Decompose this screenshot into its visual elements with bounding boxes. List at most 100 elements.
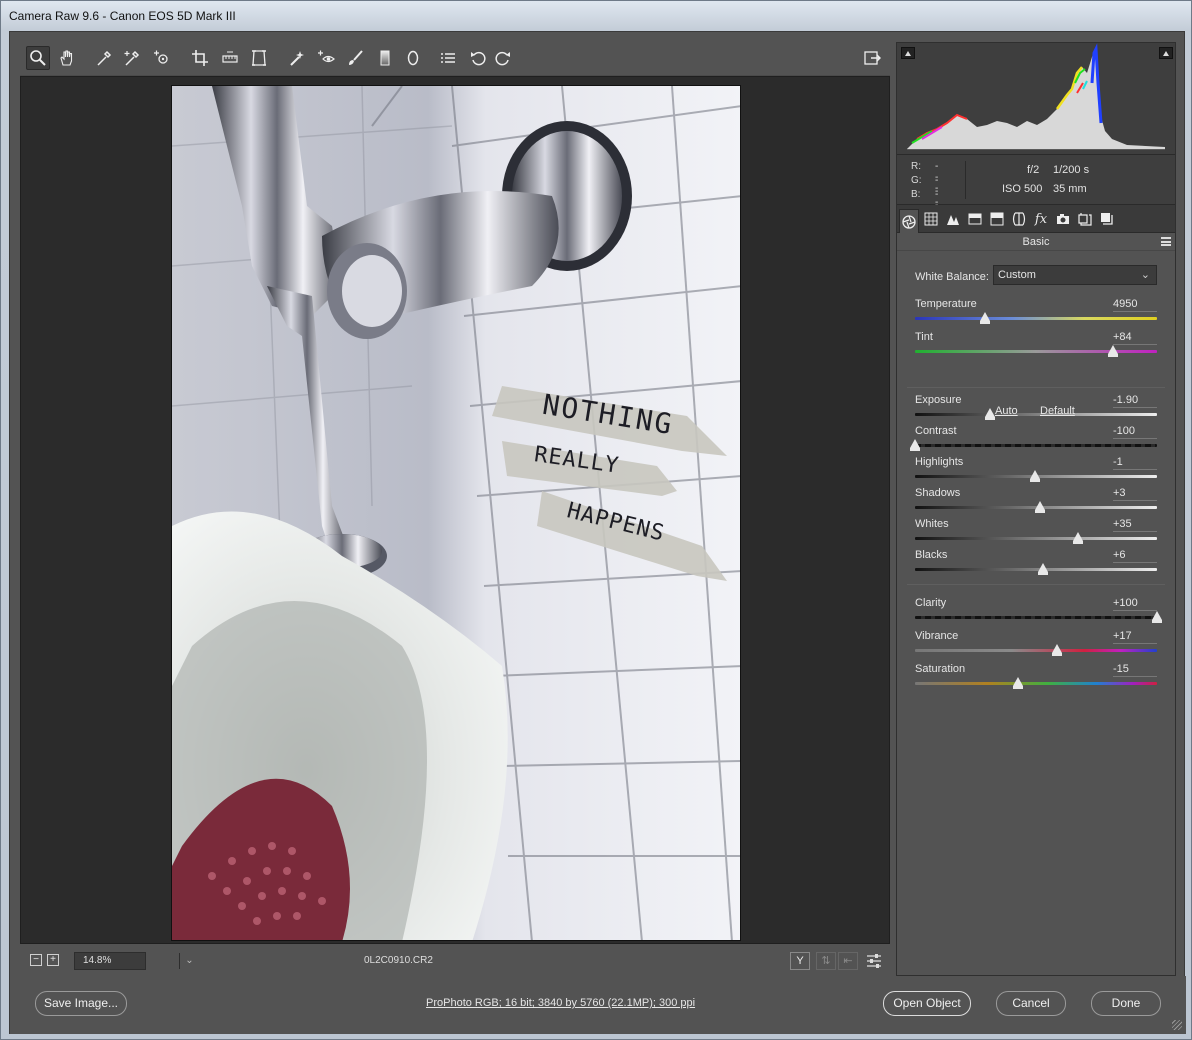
tab-presets-icon[interactable] [1075, 209, 1095, 229]
white-balance-label: White Balance: [915, 271, 989, 283]
zoom-in-button[interactable]: + [47, 954, 59, 966]
spot-removal-icon[interactable] [285, 46, 309, 70]
b-label: B: [911, 189, 921, 200]
saturation-value[interactable]: -15 [1113, 663, 1157, 677]
graduated-filter-icon[interactable] [373, 46, 397, 70]
exposure-value[interactable]: -1.90 [1113, 394, 1157, 408]
divider [907, 584, 1165, 585]
toggle-settings-icon[interactable] [864, 952, 884, 970]
chevron-down-icon: ⌄ [1140, 269, 1150, 281]
clarity-label: Clarity [915, 597, 947, 609]
swap-before-after-icon[interactable]: ⇅ [816, 952, 836, 970]
cancel-button[interactable]: Cancel [996, 991, 1066, 1016]
transform-icon[interactable] [247, 46, 271, 70]
iso: ISO 500 [1002, 183, 1043, 195]
zoom-icon[interactable] [26, 46, 50, 70]
contrast-value[interactable]: -100 [1113, 425, 1157, 439]
chevron-down-icon: ⌄ [179, 953, 199, 969]
tab-tone-curve-icon[interactable] [921, 209, 941, 229]
tab-camera-calibration-icon[interactable] [1053, 209, 1073, 229]
white-balance-select[interactable]: Custom ⌄ [993, 265, 1157, 285]
whites-label: Whites [915, 518, 949, 530]
highlights-value[interactable]: -1 [1113, 456, 1157, 470]
whites-value[interactable]: +35 [1113, 518, 1157, 532]
rotate-left-icon[interactable] [466, 46, 490, 70]
tint-label: Tint [915, 331, 933, 343]
temperature-slider-track[interactable] [915, 317, 1157, 320]
bottom-bar: Save Image... ProPhoto RGB; 16 bit; 3840… [10, 976, 1186, 1034]
saturation-label: Saturation [915, 663, 966, 675]
tab-basic-icon[interactable] [899, 209, 919, 233]
straighten-icon[interactable] [218, 46, 242, 70]
clarity-slider-track[interactable] [915, 616, 1157, 619]
filename: 0L2C0910.CR2 [364, 955, 433, 966]
rgb-r: R: --- [911, 161, 938, 194]
title-bar[interactable]: Camera Raw 9.6 - Canon EOS 5D Mark III [1, 1, 1191, 31]
aperture: f/2 [1027, 164, 1040, 176]
white-balance-icon[interactable] [92, 46, 116, 70]
shadows-value[interactable]: +3 [1113, 487, 1157, 501]
blacks-slider-thumb[interactable] [1038, 563, 1049, 575]
vibrance-slider-track[interactable] [915, 649, 1157, 652]
contrast-slider-thumb[interactable] [910, 439, 920, 451]
blacks-label: Blacks [915, 549, 948, 561]
panel-menu-icon[interactable] [1161, 237, 1171, 246]
target-adjustment-icon[interactable] [150, 46, 174, 70]
workflow-options-link[interactable]: ProPhoto RGB; 16 bit; 3840 by 5760 (22.1… [426, 997, 695, 1009]
tint-value[interactable]: +84 [1113, 331, 1157, 345]
camera-raw-client: NOTHING REALLY HAPPENS − + 14.8% ⌄ 0L2C0… [9, 31, 1186, 1034]
temperature-slider-thumb[interactable] [980, 312, 991, 324]
radial-filter-icon[interactable] [401, 46, 425, 70]
tab-lens-corrections-icon[interactable] [1009, 209, 1029, 229]
highlight-clipping-warning-icon[interactable] [1159, 47, 1173, 59]
temperature-value[interactable]: 4950 [1113, 298, 1157, 312]
zoom-out-button[interactable]: − [30, 954, 42, 966]
adjustment-brush-icon[interactable] [343, 46, 367, 70]
saturation-slider-thumb[interactable] [1012, 677, 1023, 689]
before-after-view-icon[interactable]: Y [790, 952, 810, 970]
tab-split-toning-icon[interactable] [987, 209, 1007, 229]
shadows-slider-thumb[interactable] [1034, 501, 1045, 513]
vibrance-value[interactable]: +17 [1113, 630, 1157, 644]
whites-slider-thumb[interactable] [1073, 532, 1084, 544]
done-button[interactable]: Done [1091, 991, 1161, 1016]
clarity-value[interactable]: +100 [1113, 597, 1157, 611]
vibrance-slider-thumb[interactable] [1051, 644, 1062, 656]
window-title: Camera Raw 9.6 - Canon EOS 5D Mark III [9, 9, 236, 23]
crop-icon[interactable] [188, 46, 212, 70]
shadow-clipping-warning-icon[interactable] [901, 47, 915, 59]
presets-list-icon[interactable] [436, 46, 460, 70]
hand-icon[interactable] [55, 46, 79, 70]
resize-grip-icon[interactable] [1172, 1020, 1182, 1030]
exposure-slider-thumb[interactable] [985, 408, 996, 420]
color-sampler-icon[interactable] [120, 46, 144, 70]
auto-link[interactable]: Auto [995, 405, 1018, 417]
rotate-right-icon[interactable] [491, 46, 515, 70]
red-eye-icon[interactable] [314, 46, 338, 70]
exposure-slider-track[interactable] [915, 413, 1157, 416]
clarity-slider-thumb[interactable] [1152, 611, 1162, 623]
histogram [897, 43, 1175, 155]
tab-snapshots-icon[interactable] [1097, 209, 1117, 229]
saturation-slider-track[interactable] [915, 682, 1157, 685]
blacks-slider-track[interactable] [915, 568, 1157, 571]
tab-detail-icon[interactable] [943, 209, 963, 229]
default-link[interactable]: Default [1040, 405, 1075, 417]
contrast-slider-track[interactable] [915, 444, 1157, 447]
image-preview[interactable]: NOTHING REALLY HAPPENS [20, 76, 890, 944]
tint-slider-track[interactable] [915, 350, 1157, 353]
histogram-graph [907, 43, 1165, 150]
open-in-photoshop-icon[interactable] [860, 46, 884, 70]
tab-hsl-icon[interactable] [965, 209, 985, 229]
save-image-button[interactable]: Save Image... [35, 991, 127, 1016]
rgb-g: G: --- [911, 175, 938, 208]
tab-effects-icon[interactable]: fx [1031, 209, 1051, 229]
whites-slider-track[interactable] [915, 537, 1157, 540]
copy-after-to-before-icon[interactable]: ⇤ [838, 952, 858, 970]
blacks-value[interactable]: +6 [1113, 549, 1157, 563]
open-object-button[interactable]: Open Object [883, 991, 971, 1016]
vibrance-label: Vibrance [915, 630, 959, 642]
tint-slider-thumb[interactable] [1108, 345, 1119, 357]
zoom-level-select[interactable]: 14.8% ⌄ [74, 952, 194, 970]
highlights-slider-thumb[interactable] [1029, 470, 1040, 482]
